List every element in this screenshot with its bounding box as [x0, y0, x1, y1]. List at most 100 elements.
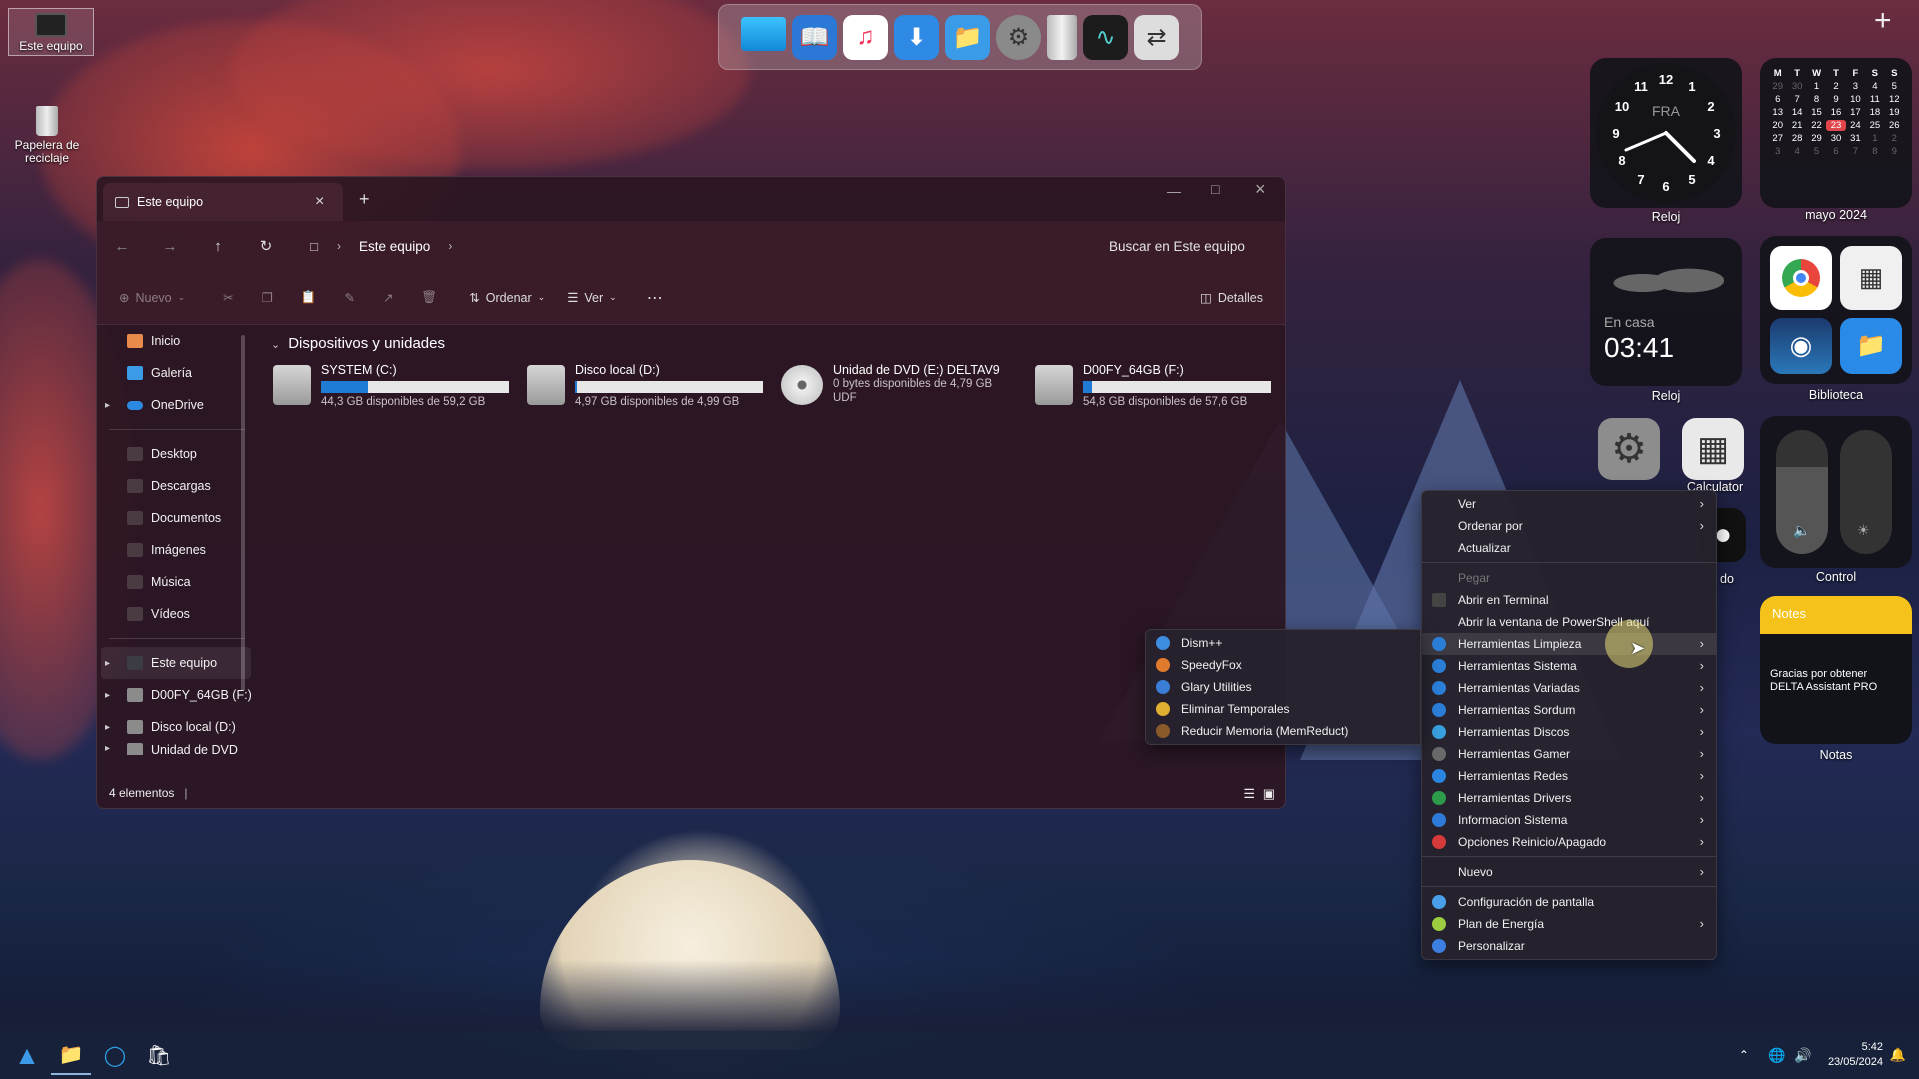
calculator-icon[interactable]: ▦: [1840, 246, 1902, 310]
calendar-day[interactable]: 5: [1885, 81, 1904, 92]
calendar-day[interactable]: 20: [1768, 120, 1787, 131]
calendar-day[interactable]: 7: [1787, 94, 1806, 105]
sidebar-item-usb[interactable]: ▸ D00FY_64GB (F:): [97, 679, 255, 711]
settings-app-icon[interactable]: ⚙: [1598, 418, 1660, 480]
submenu-item[interactable]: Eliminar Temporales: [1146, 698, 1420, 720]
calendar-day[interactable]: 6: [1768, 94, 1787, 105]
close-tab-icon[interactable]: ×: [315, 193, 324, 211]
monitor-icon[interactable]: □: [299, 231, 329, 261]
paste-icon[interactable]: 📋: [293, 282, 325, 314]
menu-item[interactable]: Nuevo ›: [1422, 861, 1716, 883]
menu-item[interactable]: Herramientas Discos ›: [1422, 721, 1716, 743]
world-clock-widget[interactable]: En casa 03:41: [1590, 238, 1742, 386]
calendar-day[interactable]: 18: [1865, 107, 1884, 118]
volume-slider[interactable]: 🔈: [1776, 430, 1828, 554]
chevron-up-icon[interactable]: ⌃: [1724, 1035, 1764, 1075]
menu-item[interactable]: Opciones Reinicio/Apagado ›: [1422, 831, 1716, 853]
calendar-day[interactable]: 29: [1768, 81, 1787, 92]
sidebar-item-musica[interactable]: Música: [97, 566, 255, 598]
sort-button[interactable]: ⇅ Ordenar ⌄: [461, 282, 553, 314]
menu-item[interactable]: Herramientas Redes ›: [1422, 765, 1716, 787]
menu-item[interactable]: Herramientas Gamer ›: [1422, 743, 1716, 765]
brightness-slider[interactable]: ☀: [1840, 430, 1892, 554]
calendar-day[interactable]: 9: [1885, 146, 1904, 157]
library-widget[interactable]: ▦ ◉ 📁: [1760, 236, 1912, 384]
sidebar-item-galeria[interactable]: Galería: [97, 357, 255, 389]
calendar-day[interactable]: 14: [1787, 107, 1806, 118]
calendar-day[interactable]: 25: [1865, 120, 1884, 131]
menu-item[interactable]: Ordenar por ›: [1422, 515, 1716, 537]
calendar-day[interactable]: 3: [1768, 146, 1787, 157]
refresh-icon[interactable]: ↻: [251, 231, 281, 261]
section-header[interactable]: ⌄ Dispositivos y unidades: [271, 335, 445, 352]
back-icon[interactable]: ←: [107, 231, 137, 261]
calendar-day[interactable]: 4: [1865, 81, 1884, 92]
calendar-day[interactable]: 8: [1807, 94, 1826, 105]
calendar-day[interactable]: 16: [1826, 107, 1845, 118]
rename-icon[interactable]: ✎: [336, 282, 362, 314]
calendar-day[interactable]: 4: [1787, 146, 1806, 157]
view-button[interactable]: ☰ Ver ⌄: [559, 282, 625, 314]
calendar-day[interactable]: 2: [1826, 81, 1845, 92]
submenu-item[interactable]: SpeedyFox: [1146, 654, 1420, 676]
sidebar-item-dvd[interactable]: ▸ Unidad de DVD: [97, 743, 255, 755]
calendar-day[interactable]: 27: [1768, 133, 1787, 144]
calendar-day[interactable]: 31: [1846, 133, 1865, 144]
submenu-item[interactable]: Reducir Memoria (MemReduct): [1146, 720, 1420, 742]
search-input[interactable]: Buscar en Este equipo ⚲: [985, 231, 1285, 261]
drive-c[interactable]: SYSTEM (C:) 44,3 GB disponibles de 59,2 …: [273, 363, 509, 427]
start-button[interactable]: ▲: [7, 1035, 47, 1075]
sidebar-item-onedrive[interactable]: ▸ OneDrive: [97, 389, 255, 421]
calendar-day[interactable]: 3: [1846, 81, 1865, 92]
menu-item[interactable]: Ver ›: [1422, 493, 1716, 515]
add-icon[interactable]: +: [1874, 4, 1892, 38]
sidebar-item-imagenes[interactable]: Imágenes: [97, 534, 255, 566]
menu-item[interactable]: Configuración de pantalla: [1422, 891, 1716, 913]
calendar-day[interactable]: 9: [1826, 94, 1845, 105]
new-tab-icon[interactable]: +: [359, 189, 370, 210]
sidebar-item-videos[interactable]: Vídeos: [97, 598, 255, 630]
sidebar-item-este-equipo[interactable]: ▸ Este equipo: [101, 647, 251, 679]
calendar-day[interactable]: 7: [1846, 146, 1865, 157]
cut-icon[interactable]: ✂: [215, 282, 241, 314]
up-icon[interactable]: ↑: [203, 231, 233, 261]
chrome-icon[interactable]: [1770, 246, 1832, 310]
calendar-day[interactable]: 22: [1807, 120, 1826, 131]
sidebar-scrollbar[interactable]: [241, 335, 245, 691]
calendar-day[interactable]: 29: [1807, 133, 1826, 144]
tiles-view-icon[interactable]: ▣: [1263, 786, 1275, 802]
clock-widget[interactable]: 12 1 2 3 4 5 6 7 8 9 10 11 FRA: [1590, 58, 1742, 208]
submenu-item[interactable]: Dism++: [1146, 632, 1420, 654]
menu-item[interactable]: Pegar: [1422, 567, 1716, 589]
calendar-day[interactable]: 28: [1787, 133, 1806, 144]
calculator-app-icon[interactable]: ▦: [1682, 418, 1744, 480]
control-widget[interactable]: 🔈 ☀: [1760, 416, 1912, 568]
store-icon[interactable]: 🛍: [139, 1035, 179, 1075]
calendar-day[interactable]: 15: [1807, 107, 1826, 118]
calendar-day[interactable]: 10: [1846, 94, 1865, 105]
activity-icon[interactable]: ∿: [1083, 14, 1128, 60]
settings-icon[interactable]: ⚙: [996, 14, 1041, 60]
trash-icon[interactable]: [1047, 14, 1077, 60]
calendar-day[interactable]: 1: [1865, 133, 1884, 144]
network-icon[interactable]: 🌐: [1764, 1035, 1790, 1075]
menu-item[interactable]: Herramientas Variadas ›: [1422, 677, 1716, 699]
files-icon[interactable]: 📁: [1840, 317, 1902, 374]
calendar-day[interactable]: 23: [1826, 120, 1846, 131]
calendar-day[interactable]: 5: [1807, 146, 1826, 157]
breadcrumb[interactable]: Este equipo: [359, 239, 430, 254]
sidebar-item-descargas[interactable]: Descargas: [97, 470, 255, 502]
more-options-icon[interactable]: ⋯: [639, 282, 671, 314]
details-view-icon[interactable]: ☰: [1243, 786, 1255, 802]
sidebar-item-desktop[interactable]: Desktop: [97, 438, 255, 470]
drive-e[interactable]: Unidad de DVD (E:) DELTAV9 0 bytes dispo…: [781, 363, 1017, 427]
file-explorer-taskbar-icon[interactable]: 📁: [51, 1035, 91, 1075]
minimize-icon[interactable]: —: [1167, 183, 1181, 199]
menu-item[interactable]: Plan de Energía ›: [1422, 913, 1716, 935]
calendar-day[interactable]: 11: [1865, 94, 1884, 105]
notification-icon[interactable]: 🔔: [1883, 1035, 1913, 1075]
calendar-day[interactable]: 21: [1787, 120, 1806, 131]
calendar-widget[interactable]: M T W T F S S 29 30 1 2 3 4 5 6 7 8 9 10 11 12 13 14 15 16 17 18 19…: [1760, 58, 1912, 208]
monitor-icon[interactable]: [741, 17, 786, 51]
delete-icon[interactable]: 🗑: [413, 282, 445, 314]
